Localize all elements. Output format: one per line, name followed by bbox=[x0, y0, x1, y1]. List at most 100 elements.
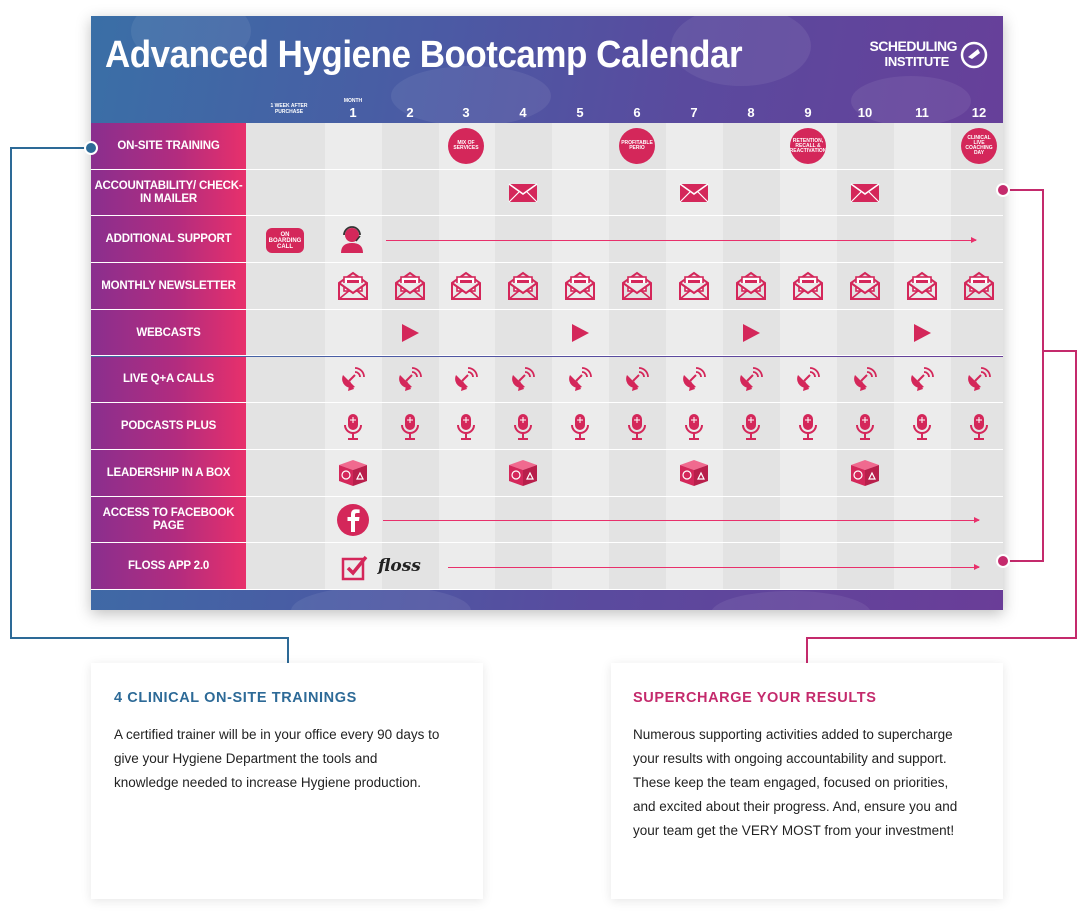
column-shade bbox=[382, 450, 439, 497]
play-icon bbox=[400, 323, 420, 343]
card-title: SUPERCHARGE YOUR RESULTS bbox=[633, 690, 877, 706]
newsletter-icon bbox=[621, 271, 653, 301]
card-body: A certified trainer will be in your offi… bbox=[114, 727, 440, 790]
week-after-purchase-header: 1 WEEK AFTER PURCHASE bbox=[270, 103, 308, 115]
column-shade bbox=[723, 170, 780, 217]
newsletter-icon bbox=[337, 271, 369, 301]
column-shade bbox=[246, 310, 325, 357]
calendar-rows: ON-SITE TRAINING MIX OF SERVICES PROFITABL… bbox=[91, 123, 1003, 590]
training-label: RETENTION, RECALL & REACTIVATION bbox=[790, 137, 826, 154]
onboarding-label: ON BOARDING CALL bbox=[268, 231, 302, 250]
play-icon bbox=[741, 323, 761, 343]
column-shade bbox=[246, 403, 325, 450]
calendar-row: FLOSS APP 2.0 floss bbox=[91, 543, 1003, 590]
calendar-row: MONTHLY NEWSLETTER bbox=[91, 263, 1003, 310]
leadership-box-icon bbox=[507, 459, 539, 487]
column-shade bbox=[609, 170, 666, 217]
row-timeline bbox=[246, 169, 1003, 217]
microphone-icon bbox=[968, 413, 990, 441]
newsletter-icon bbox=[394, 271, 426, 301]
microphone-icon bbox=[740, 413, 762, 441]
row-timeline bbox=[246, 403, 1003, 450]
month-header: 2 bbox=[406, 105, 414, 120]
satellite-dish-icon bbox=[567, 366, 593, 393]
onboarding-call-badge: ON BOARDING CALL bbox=[266, 228, 304, 254]
newsletter-icon bbox=[507, 271, 539, 301]
column-shade bbox=[382, 123, 439, 170]
column-shade bbox=[837, 123, 894, 170]
column-shade bbox=[723, 123, 780, 170]
calendar-row: ACCESS TO FACEBOOK PAGE bbox=[91, 496, 1003, 544]
floss-logo: floss bbox=[378, 556, 421, 577]
microphone-icon bbox=[399, 413, 421, 441]
column-shade bbox=[837, 310, 894, 357]
month-header: 6 bbox=[633, 105, 641, 120]
column-shade bbox=[382, 170, 439, 217]
column-shade bbox=[609, 310, 666, 357]
play-icon bbox=[912, 323, 932, 343]
column-shade bbox=[246, 357, 325, 404]
column-shade bbox=[495, 310, 552, 357]
row-label: FLOSS APP 2.0 bbox=[91, 543, 246, 590]
satellite-dish-icon bbox=[909, 366, 935, 393]
training-label: CLINICAL LIVE COACHING DAY bbox=[965, 135, 993, 157]
row-timeline bbox=[246, 496, 1003, 544]
support-person-icon bbox=[338, 225, 368, 254]
newsletter-icon bbox=[792, 271, 824, 301]
timeline-arrow bbox=[386, 236, 977, 243]
training-circle: RETENTION, RECALL & REACTIVATION bbox=[790, 128, 826, 165]
month-label: MONTH bbox=[343, 98, 363, 104]
month-header: 3 bbox=[462, 105, 470, 120]
floss-checkbox-icon bbox=[341, 553, 369, 581]
calendar-row: PODCASTS PLUS bbox=[91, 403, 1003, 450]
newsletter-icon bbox=[849, 271, 881, 301]
row-timeline bbox=[246, 309, 1004, 357]
mail-icon bbox=[679, 183, 709, 203]
row-label: PODCASTS PLUS bbox=[91, 403, 246, 450]
month-header: 4 bbox=[519, 105, 527, 120]
microphone-icon bbox=[512, 413, 534, 441]
row-label: ACCESS TO FACEBOOK PAGE bbox=[91, 496, 246, 544]
calendar-row: WEBCASTS bbox=[91, 309, 1004, 357]
month-header: 11 bbox=[915, 105, 929, 120]
column-shade bbox=[609, 450, 666, 497]
row-divider bbox=[91, 588, 1003, 590]
microphone-icon bbox=[854, 413, 876, 441]
calendar-row: ON-SITE TRAINING MIX OF SERVICES PROFITABL… bbox=[91, 123, 1003, 170]
facebook-icon bbox=[336, 503, 370, 537]
calendar-row: ACCOUNTABILITY/ CHECK-IN MAILER bbox=[91, 169, 1003, 217]
column-shade bbox=[246, 263, 325, 310]
training-label: MIX OF SERVICES bbox=[453, 140, 479, 152]
month-header: 12 bbox=[971, 105, 987, 120]
row-timeline bbox=[246, 263, 1003, 310]
pink-connector-dot-bottom bbox=[996, 554, 1010, 568]
column-shade bbox=[246, 497, 325, 544]
leadership-box-icon bbox=[849, 459, 881, 487]
bootcamp-calendar: Advanced Hygiene Bootcamp Calendar SCHED… bbox=[91, 16, 1003, 610]
month-header: 7 bbox=[690, 105, 698, 120]
month-header: 9 bbox=[804, 105, 812, 120]
column-shade bbox=[951, 310, 1004, 357]
month-header: 5 bbox=[576, 105, 584, 120]
month-header: 1 bbox=[349, 105, 357, 120]
newsletter-icon bbox=[963, 271, 995, 301]
row-label: LEADERSHIP IN A BOX bbox=[91, 449, 246, 497]
blue-connector-dot bbox=[84, 141, 98, 155]
microphone-icon bbox=[455, 413, 477, 441]
satellite-dish-icon bbox=[852, 366, 878, 393]
mail-icon bbox=[850, 183, 880, 203]
column-shade bbox=[495, 123, 552, 170]
info-card-trainings: 4 CLINICAL ON-SITE TRAININGS A certified… bbox=[91, 663, 483, 899]
calendar-row: LIVE Q+A CALLS bbox=[91, 356, 1003, 404]
newsletter-icon bbox=[564, 271, 596, 301]
microphone-icon bbox=[626, 413, 648, 441]
column-shade bbox=[246, 123, 325, 170]
card-body: Numerous supporting activities added to … bbox=[633, 727, 958, 838]
card-title: 4 CLINICAL ON-SITE TRAININGS bbox=[114, 690, 357, 706]
microphone-icon bbox=[797, 413, 819, 441]
leadership-box-icon bbox=[337, 459, 369, 487]
satellite-dish-icon bbox=[681, 366, 707, 393]
satellite-dish-icon bbox=[510, 366, 536, 393]
satellite-dish-icon bbox=[397, 366, 423, 393]
row-label: LIVE Q+A CALLS bbox=[91, 356, 246, 404]
